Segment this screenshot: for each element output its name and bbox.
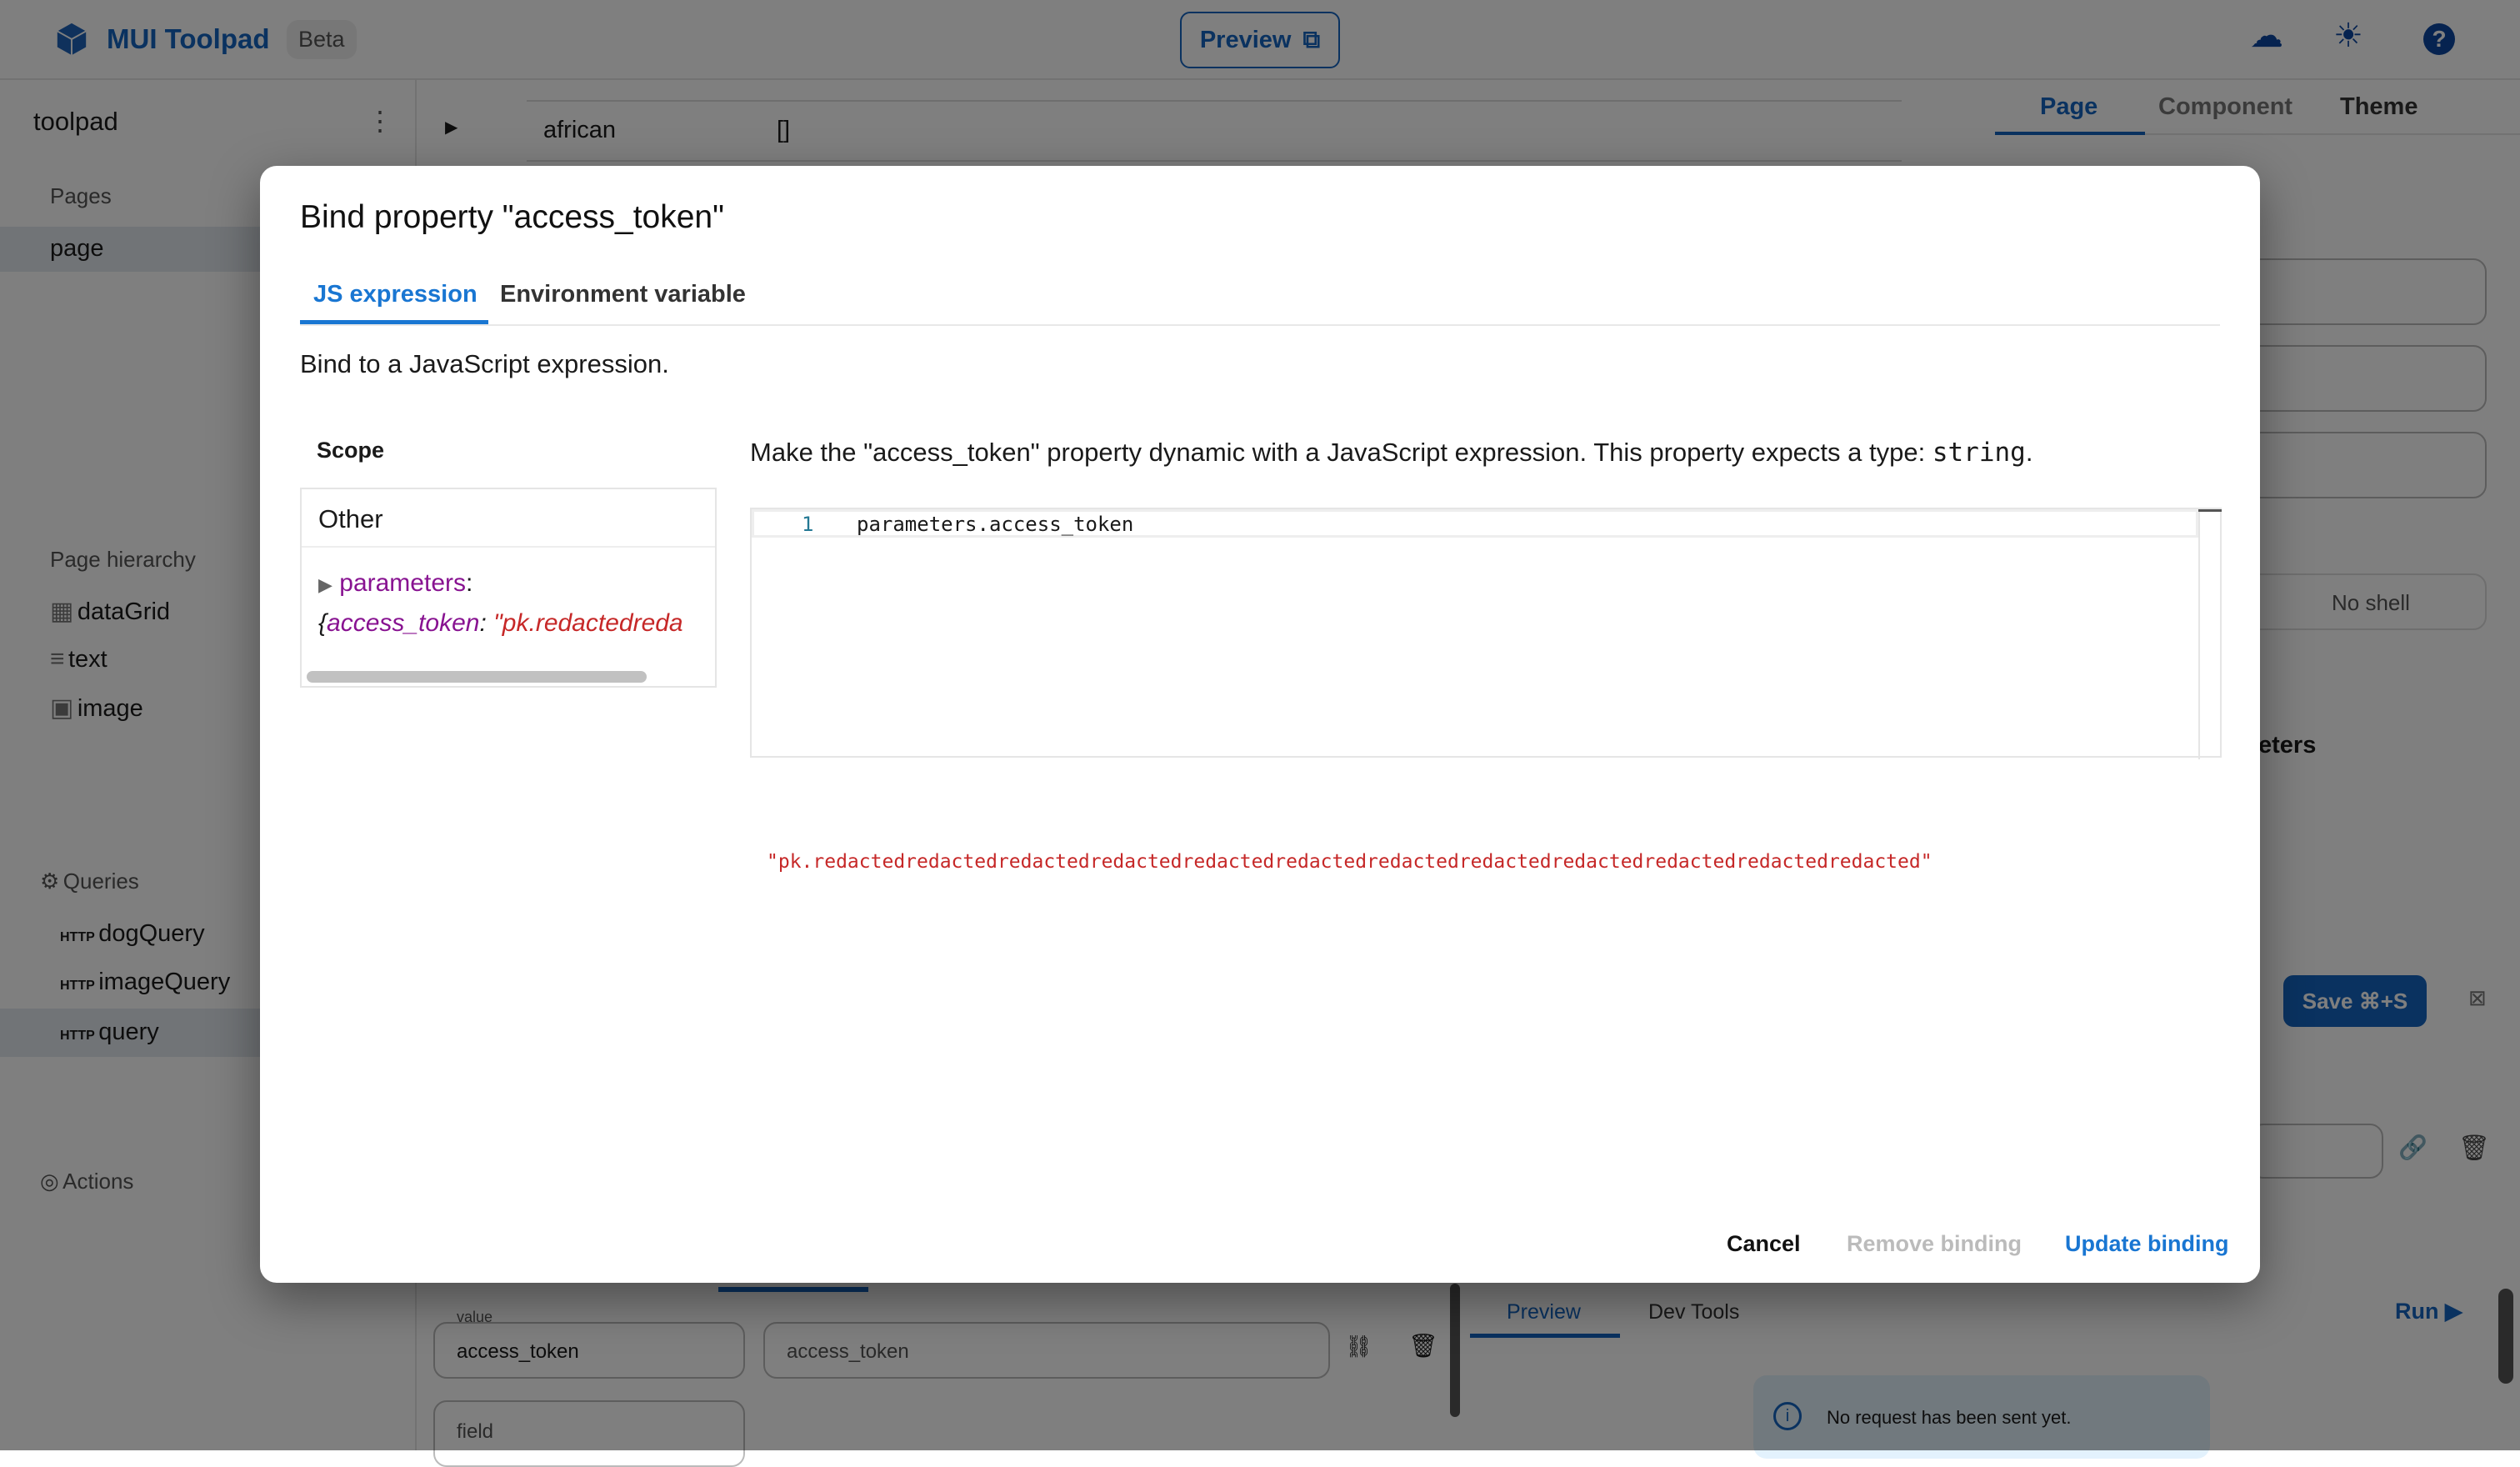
line-number: 1 xyxy=(802,513,814,536)
tab-js-expression[interactable]: JS expression xyxy=(300,274,491,325)
scope-group-header: Other xyxy=(302,489,715,548)
minimap-slider[interactable] xyxy=(2198,509,2222,512)
scope-key: parameters xyxy=(339,569,466,597)
type-name: string xyxy=(1932,438,2026,468)
bind-property-dialog: Bind property "access_token" JS expressi… xyxy=(260,166,2260,1283)
instruction-text: Make the "access_token" property dynamic… xyxy=(750,438,2033,468)
tabs-divider xyxy=(300,324,2220,326)
dialog-title: Bind property "access_token" xyxy=(300,199,724,235)
code-editor[interactable]: 1 parameters.access_token xyxy=(750,508,2222,759)
scope-tree-node[interactable]: ▶ parameters: xyxy=(318,569,472,598)
preview-value: "pk.redactedreda xyxy=(493,609,683,637)
triangle-right-icon: ▶ xyxy=(318,574,332,595)
scope-group-label: Other xyxy=(318,504,383,533)
tab-indicator xyxy=(300,320,488,324)
dialog-description: Bind to a JavaScript expression. xyxy=(300,349,669,378)
scope-panel: Other ▶ parameters: {access_token: "pk.r… xyxy=(300,488,717,688)
instruction: Make the "access_token" property dynamic… xyxy=(750,438,1932,467)
remove-binding-button[interactable]: Remove binding xyxy=(1847,1231,2022,1257)
update-binding-button[interactable]: Update binding xyxy=(2065,1231,2228,1257)
tab-environment-variable[interactable]: Environment variable xyxy=(487,274,759,325)
evaluated-result: "pk.redactedredactedredactedredactedreda… xyxy=(767,851,1932,873)
editor-ruler xyxy=(2198,509,2200,759)
scope-label: Scope xyxy=(317,438,385,463)
preview-key: access_token xyxy=(327,609,480,637)
scope-preview: {access_token: "pk.redactedreda xyxy=(318,609,683,637)
cancel-button[interactable]: Cancel xyxy=(1727,1231,1801,1257)
code-text: parameters.access_token xyxy=(857,513,1134,536)
horizontal-scrollbar[interactable] xyxy=(307,671,647,683)
